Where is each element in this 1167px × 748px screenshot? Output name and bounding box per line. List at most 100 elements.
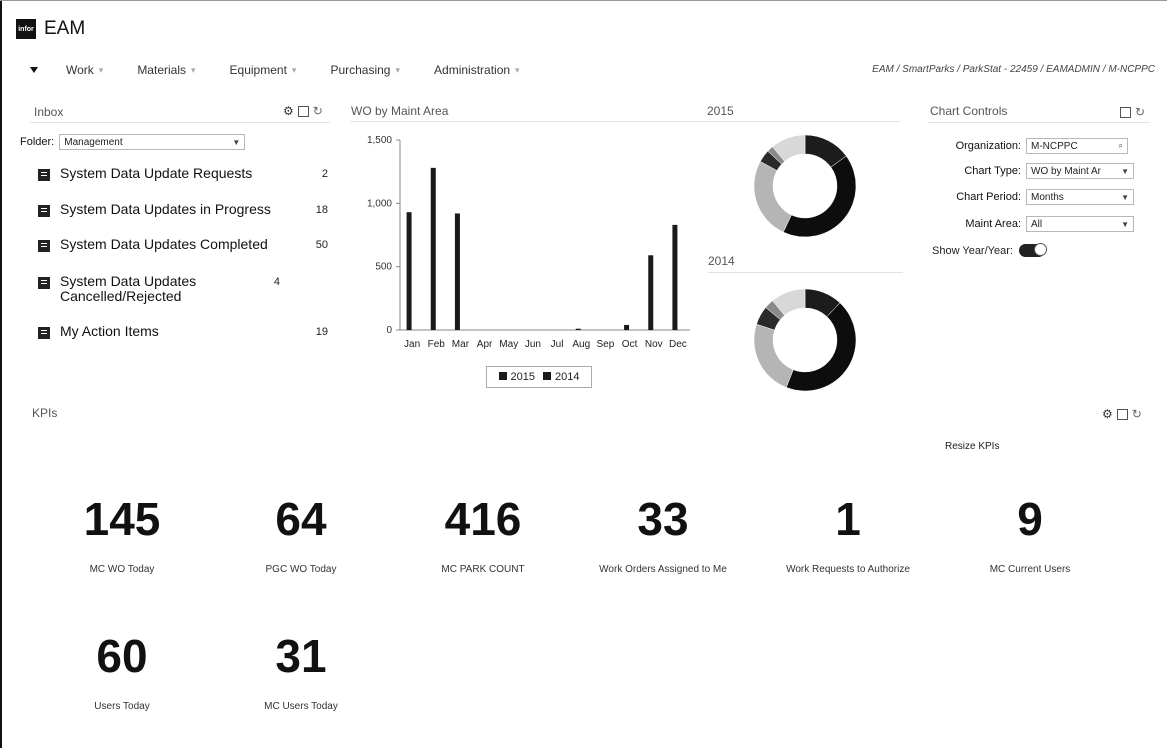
chart-type-row: Chart Type: WO by Maint Ar ▼ [929, 163, 1134, 179]
menu-toggle-icon[interactable] [30, 67, 38, 73]
chevron-down-icon: ▼ [232, 137, 241, 147]
bar-2015 [406, 212, 412, 330]
chevron-down-icon: ▾ [191, 64, 196, 75]
nav-administration-label: Administration [434, 63, 511, 77]
organization-row: Organization: M-NCPPC ⌕ [929, 138, 1128, 154]
kpi-label: PGC WO Today [265, 564, 337, 575]
kpi-label: MC Users Today [264, 701, 338, 712]
inbox-item-label: System Data Updates Cancelled/Rejected [60, 273, 197, 304]
kpi-tile[interactable]: 60 Users Today [37, 631, 207, 712]
gear-icon[interactable]: ⚙ [283, 104, 294, 118]
resize-kpis-link[interactable]: Resize KPIs [945, 441, 999, 452]
kpi-value: 145 [83, 493, 161, 545]
wo-by-maint-area-chart: 1,500 1,000 500 0 Jan Feb Mar Apr May Jun Jul Aug Se… [367, 134, 857, 392]
chevron-down-icon: ▼ [1121, 219, 1129, 229]
chart-divider [350, 121, 900, 122]
donut-2014-slice [753, 323, 794, 388]
y-tick-label: 1,000 [367, 198, 392, 209]
chevron-down-icon: ▾ [98, 64, 104, 75]
y-tick-label: 0 [386, 325, 392, 336]
kpi-value: 33 [637, 493, 689, 545]
list-icon [38, 240, 50, 252]
donut-2014-slice [785, 302, 857, 392]
gear-icon[interactable]: ⚙ [1102, 407, 1113, 421]
inbox-item-count: 19 [315, 326, 328, 338]
kpis-tools: ⚙ ↻ [1102, 407, 1142, 421]
nav-work[interactable]: Work ▾ [66, 63, 103, 77]
kpi-tile[interactable]: 33 Work Orders Assigned to Me [578, 494, 748, 575]
legend-item-2014: 2014 [543, 371, 579, 383]
kpi-value: 416 [444, 493, 522, 545]
legend-swatch [543, 372, 551, 380]
kpi-tile[interactable]: 416 MC PARK COUNT [398, 494, 568, 575]
inbox-item-label: My Action Items [60, 323, 159, 339]
kpi-value: 9 [1017, 493, 1043, 545]
list-icon [38, 277, 50, 289]
inbox-item-label: System Data Updates in Progress [60, 201, 271, 217]
organization-field[interactable]: M-NCPPC ⌕ [1026, 138, 1128, 154]
x-tick-label: Jan [404, 339, 420, 350]
legend-swatch [498, 372, 507, 380]
nav-work-label: Work [66, 63, 94, 77]
kpi-tile[interactable]: 31 MC Users Today [216, 631, 386, 712]
x-tick-label: Mar [452, 339, 470, 350]
kpi-tile[interactable]: 64 PGC WO Today [216, 494, 386, 575]
bar-2015 [648, 255, 654, 330]
kpi-tile[interactable]: 145 MC WO Today [37, 494, 207, 575]
kpi-value: 60 [96, 630, 148, 682]
app-title: EAM [44, 18, 86, 39]
inbox-item[interactable]: System Data Updates in Progress 18 [38, 202, 328, 217]
x-tick-label: Feb [428, 339, 446, 350]
folder-row: Folder: Management ▼ [20, 134, 246, 150]
kpi-tile[interactable]: 9 MC Current Users [945, 494, 1115, 575]
inbox-item-count: 4 [273, 276, 280, 288]
inbox-tools: ⚙ ↻ [283, 104, 323, 118]
kpi-value: 64 [275, 493, 327, 545]
main-nav: Work ▾ Materials ▾ Equipment ▾ Purchasing ▾ … [30, 62, 554, 78]
lookup-icon[interactable]: ⌕ [1119, 141, 1123, 151]
kpi-label: Work Requests to Authorize [786, 564, 910, 575]
nav-purchasing[interactable]: Purchasing ▾ [330, 63, 400, 77]
list-icon [38, 169, 50, 181]
inbox-item-label: System Data Updates Completed [60, 236, 268, 252]
maximize-icon[interactable] [297, 105, 309, 117]
chart-period-select[interactable]: Months ▼ [1026, 189, 1134, 205]
inbox-item-label: System Data Update Requests [60, 165, 253, 181]
organization-label: Organization: [955, 140, 1021, 152]
chart-period-row: Chart Period: Months ▼ [929, 189, 1134, 205]
legend-label: 2015 [510, 371, 535, 383]
chart-controls-tools: ↻ [1120, 105, 1145, 119]
folder-select[interactable]: Management ▼ [59, 134, 246, 150]
inbox-title: Inbox [34, 105, 64, 119]
chevron-down-icon: ▼ [1121, 192, 1129, 202]
x-tick-label: Sep [597, 339, 615, 350]
list-icon [38, 205, 50, 217]
legend-label: 2014 [555, 371, 580, 383]
show-year-year-toggle[interactable] [1018, 243, 1047, 257]
refresh-icon[interactable]: ↻ [1135, 105, 1145, 119]
chart-type-select[interactable]: WO by Maint Ar ▼ [1026, 163, 1134, 179]
inbox-item[interactable]: System Data Updates Cancelled/Rejected 4 [38, 274, 328, 304]
refresh-icon[interactable]: ↻ [1132, 407, 1142, 421]
maximize-icon[interactable] [1116, 408, 1128, 420]
chart-controls-divider [928, 122, 1150, 123]
maint-area-select[interactable]: All ▼ [1026, 216, 1134, 232]
show-year-year-row: Show Year/Year: [932, 243, 1047, 257]
inbox-item-count: 2 [321, 168, 328, 180]
nav-equipment[interactable]: Equipment ▾ [230, 63, 297, 77]
breadcrumb: EAM / SmartParks / ParkStat - 22459 / EA… [872, 64, 1155, 75]
nav-materials[interactable]: Materials ▾ [137, 63, 195, 77]
kpi-tile[interactable]: 1 Work Requests to Authorize [763, 494, 933, 575]
kpi-label: Users Today [94, 701, 150, 712]
donut-2015-slice [753, 161, 792, 233]
inbox-item[interactable]: System Data Update Requests 2 [38, 166, 328, 181]
maximize-icon[interactable] [1120, 106, 1131, 118]
refresh-icon[interactable]: ↻ [313, 104, 323, 118]
kpi-label: MC WO Today [89, 564, 155, 575]
nav-administration[interactable]: Administration ▾ [434, 63, 520, 77]
inbox-item[interactable]: System Data Updates Completed 50 [38, 237, 328, 252]
bar-2015 [575, 328, 581, 330]
inbox-item-count: 50 [315, 239, 328, 251]
chart-panel-title: WO by Maint Area [351, 104, 449, 118]
inbox-item[interactable]: My Action Items 19 [38, 324, 328, 339]
